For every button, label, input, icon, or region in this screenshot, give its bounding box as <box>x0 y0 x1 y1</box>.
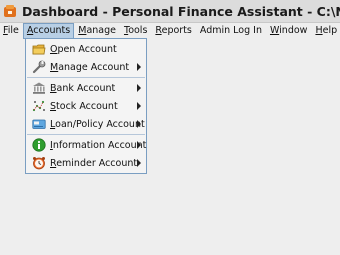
menu-help[interactable]: Help <box>311 23 340 39</box>
submenu-arrow-icon <box>137 159 141 167</box>
app-window: Dashboard - Personal Finance Assistant -… <box>0 0 340 255</box>
wrench-icon <box>32 60 46 74</box>
loan-card-icon <box>32 119 46 129</box>
menu-reports[interactable]: Reports <box>151 23 195 39</box>
menu-separator <box>27 134 145 135</box>
submenu-arrow-icon <box>137 102 141 110</box>
menu-file[interactable]: File <box>0 23 23 39</box>
folder-icon <box>32 44 46 55</box>
menu-admin-log-in[interactable]: Admin Log In <box>196 23 266 39</box>
submenu-arrow-icon <box>137 84 141 92</box>
menu-item-information-account[interactable]: Information Account <box>26 136 146 154</box>
menu-window[interactable]: Window <box>266 23 311 39</box>
menu-accounts[interactable]: Accounts <box>22 23 75 39</box>
info-icon <box>32 138 46 152</box>
menu-manage[interactable]: Manage <box>74 23 120 39</box>
accounts-dropdown-menu: Open Account Manage Account Bank Account <box>25 38 147 174</box>
submenu-arrow-icon <box>137 63 141 71</box>
menu-item-open-account[interactable]: Open Account <box>26 40 146 58</box>
menu-separator <box>27 77 145 78</box>
menu-bar: File Accounts Manage Tools Reports Admin… <box>0 23 340 39</box>
menu-item-manage-account[interactable]: Manage Account <box>26 58 146 76</box>
bank-icon <box>33 82 45 94</box>
app-icon <box>4 5 16 17</box>
menu-item-reminder-account[interactable]: Reminder Account <box>26 154 146 172</box>
menu-tools[interactable]: Tools <box>120 23 151 39</box>
window-title: Dashboard - Personal Finance Assistant -… <box>22 3 340 19</box>
menu-item-bank-account[interactable]: Bank Account <box>26 79 146 97</box>
submenu-arrow-icon <box>137 120 141 128</box>
menu-item-loan-policy-account[interactable]: Loan/Policy Account <box>26 115 146 133</box>
stock-chart-icon <box>32 100 45 112</box>
alarm-clock-icon <box>33 157 45 170</box>
menu-item-stock-account[interactable]: Stock Account <box>26 97 146 115</box>
submenu-arrow-icon <box>137 141 141 149</box>
title-bar[interactable]: Dashboard - Personal Finance Assistant -… <box>0 0 340 23</box>
